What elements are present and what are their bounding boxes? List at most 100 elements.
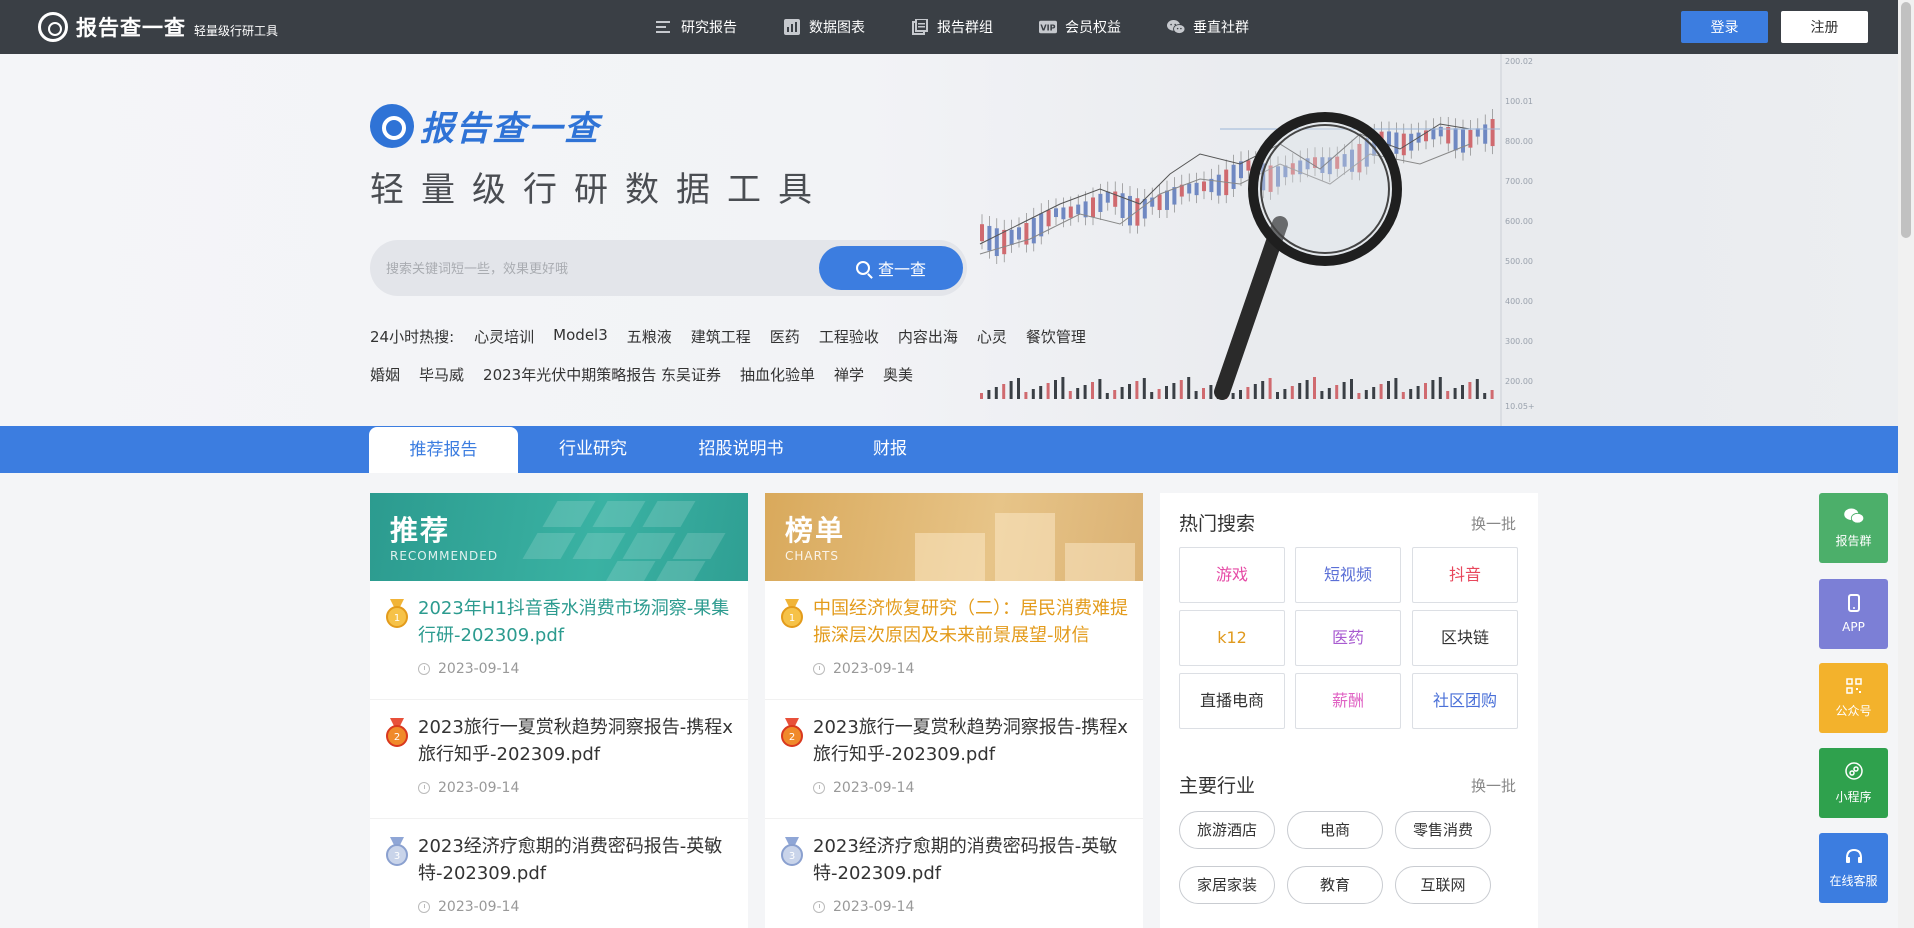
hero-tagline: 轻量级行研数据工具	[370, 170, 829, 210]
svg-text:10.05+: 10.05+	[1505, 402, 1535, 411]
report-title[interactable]: 2023经济疗愈期的消费密码报告-英敏特-202309.pdf	[813, 833, 1129, 887]
hot-tag-label: 社区团购	[1432, 691, 1497, 710]
hot-search-link[interactable]: 禅学	[834, 364, 864, 385]
hot-search-link[interactable]: 婚姻	[370, 364, 400, 385]
industry-tag[interactable]: 电商	[1287, 811, 1383, 849]
side-mini-program-button[interactable]: 小程序	[1819, 748, 1888, 818]
ranking-card: 榜单 CHARTS 1 中国经济恢复研究（二）：居民消费难提振深层次原因及未来前…	[765, 493, 1143, 928]
tab-recommended-reports[interactable]: 推荐报告	[369, 427, 518, 473]
side-label: 公众号	[1835, 703, 1872, 718]
side-label: 报告群	[1835, 533, 1872, 548]
scrollbar-thumb[interactable]	[1901, 2, 1911, 238]
hot-search-link[interactable]: 工程验收	[819, 326, 879, 347]
hot-tag[interactable]: 抖音	[1412, 547, 1518, 603]
hero-logo: 报告查一查	[370, 101, 600, 150]
nav-report-groups[interactable]: 报告群组	[911, 17, 993, 37]
industry-tag[interactable]: 家居家装	[1179, 866, 1275, 904]
svg-text:300.00: 300.00	[1505, 337, 1533, 346]
hot-search-link[interactable]: 医药	[770, 326, 800, 347]
side-label: 在线客服	[1829, 873, 1878, 888]
side-customer-service-button[interactable]: 在线客服	[1819, 833, 1888, 903]
search-button[interactable]: 查一查	[819, 246, 963, 290]
industry-tag[interactable]: 零售消费	[1395, 811, 1491, 849]
hot-tag[interactable]: 短视频	[1295, 547, 1401, 603]
list-item[interactable]: 3 2023经济疗愈期的消费密码报告-英敏特-202309.pdf 2023-0…	[370, 819, 748, 928]
hot-tag[interactable]: 直播电商	[1179, 673, 1285, 729]
main-nav: 研究报告 数据图表 报告群组 VIP 会员权益 垂直社群	[655, 0, 1295, 54]
document-group-icon	[911, 19, 929, 35]
headset-icon	[1845, 848, 1863, 868]
industries-title: 主要行业	[1179, 775, 1256, 797]
recommended-card: 推荐 RECOMMENDED 1 2023年H1抖音香水消费市场洞察-果集行研-…	[370, 493, 748, 928]
svg-text:600.00: 600.00	[1505, 217, 1533, 226]
side-label: 小程序	[1835, 789, 1872, 804]
list-item[interactable]: 3 2023经济疗愈期的消费密码报告-英敏特-202309.pdf 2023-0…	[765, 819, 1143, 928]
clock-icon	[813, 663, 825, 675]
nav-research-reports[interactable]: 研究报告	[655, 17, 737, 37]
brand[interactable]: 报告查一查 轻量级行研工具	[38, 12, 278, 42]
svg-text:200.00: 200.00	[1505, 377, 1533, 386]
tab-prospectus[interactable]: 招股说明书	[678, 426, 804, 473]
svg-text:2: 2	[789, 732, 795, 743]
hot-tag[interactable]: 社区团购	[1412, 673, 1518, 729]
date-text: 2023-09-14	[833, 661, 915, 677]
industry-tag[interactable]: 教育	[1287, 866, 1383, 904]
top-navigation-bar: 报告查一查 轻量级行研工具 研究报告 数据图表 报告群组 VIP 会员权益 垂直…	[0, 0, 1914, 54]
logo-mark-icon	[370, 103, 414, 148]
report-title[interactable]: 2023旅行一夏赏秋趋势洞察报告-携程x旅行知乎-202309.pdf	[418, 714, 734, 768]
industry-tag[interactable]: 旅游酒店	[1179, 811, 1275, 849]
hot-tag[interactable]: 薪酬	[1295, 673, 1401, 729]
list-item[interactable]: 2 2023旅行一夏赏秋趋势洞察报告-携程x旅行知乎-202309.pdf 20…	[370, 700, 748, 819]
nav-communities[interactable]: 垂直社群	[1167, 17, 1249, 37]
hot-search-link[interactable]: 奥美	[883, 364, 913, 385]
search-input[interactable]	[386, 256, 806, 280]
tab-industry-research[interactable]: 行业研究	[530, 426, 656, 473]
hot-search-link[interactable]: 2023年光伏中期策略报告 东吴证券	[483, 364, 721, 385]
list-item[interactable]: 2 2023旅行一夏赏秋趋势洞察报告-携程x旅行知乎-202309.pdf 20…	[765, 700, 1143, 819]
tab-financial-reports[interactable]: 财报	[827, 426, 953, 473]
svg-text:400.00: 400.00	[1505, 297, 1533, 306]
hot-search-link[interactable]: 内容出海	[898, 326, 958, 347]
register-button[interactable]: 注册	[1781, 11, 1868, 43]
svg-text:1: 1	[789, 613, 795, 624]
hero-banner: 200.02 100.01 800.00 700.00 600.00 500.00 40…	[0, 54, 1914, 426]
hot-search-link[interactable]: 心灵	[977, 326, 1007, 347]
hot-tag[interactable]: k12	[1179, 610, 1285, 666]
hero-stock-chart-illustration: 200.02 100.01 800.00 700.00 600.00 500.00 40…	[979, 54, 1600, 426]
report-title[interactable]: 中国经济恢复研究（二）：居民消费难提振深层次原因及未来前景展望-财信	[813, 595, 1129, 649]
industry-tag[interactable]: 互联网	[1395, 866, 1491, 904]
svg-text:200.02: 200.02	[1505, 57, 1533, 66]
nav-data-charts[interactable]: 数据图表	[783, 17, 865, 37]
login-button[interactable]: 登录	[1681, 11, 1768, 43]
hot-tag-label: k12	[1217, 628, 1247, 647]
side-report-group-button[interactable]: 报告群	[1819, 493, 1888, 563]
hot-tag[interactable]: 游戏	[1179, 547, 1285, 603]
hot-search-link[interactable]: 毕马威	[419, 364, 464, 385]
report-title[interactable]: 2023经济疗愈期的消费密码报告-英敏特-202309.pdf	[418, 833, 734, 887]
report-title[interactable]: 2023旅行一夏赏秋趋势洞察报告-携程x旅行知乎-202309.pdf	[813, 714, 1129, 768]
hot-search-link[interactable]: 餐饮管理	[1026, 326, 1086, 347]
side-official-account-button[interactable]: 公众号	[1819, 663, 1888, 733]
hot-tag-label: 抖音	[1448, 565, 1481, 584]
hot-search-title: 热门搜索	[1179, 513, 1256, 535]
hot-search-link[interactable]: 建筑工程	[691, 326, 751, 347]
mini-program-icon	[1844, 761, 1863, 784]
side-app-button[interactable]: APP	[1819, 579, 1888, 649]
hot-tag[interactable]: 区块链	[1412, 610, 1518, 666]
svg-text:100.01: 100.01	[1505, 97, 1533, 106]
hot-tag[interactable]: 医药	[1295, 610, 1401, 666]
report-title[interactable]: 2023年H1抖音香水消费市场洞察-果集行研-202309.pdf	[418, 595, 734, 649]
hot-search-label: 24小时热搜:	[370, 328, 455, 346]
list-item[interactable]: 1 中国经济恢复研究（二）：居民消费难提振深层次原因及未来前景展望-财信 202…	[765, 581, 1143, 700]
list-item[interactable]: 1 2023年H1抖音香水消费市场洞察-果集行研-202309.pdf 2023…	[370, 581, 748, 700]
hot-search-link[interactable]: Model3	[553, 326, 608, 347]
hot-search-link[interactable]: 心灵培训	[474, 326, 534, 347]
report-date: 2023-09-14	[813, 899, 914, 915]
hot-search-link[interactable]: 五粮液	[627, 326, 672, 347]
hot-search-link[interactable]: 抽血化验单	[740, 364, 815, 385]
nav-member-benefits[interactable]: VIP 会员权益	[1039, 17, 1121, 37]
clock-icon	[418, 782, 430, 794]
industries-refresh-link[interactable]: 换一批	[1471, 775, 1516, 796]
hot-search-refresh-link[interactable]: 换一批	[1471, 513, 1516, 534]
svg-text:2: 2	[394, 732, 400, 743]
